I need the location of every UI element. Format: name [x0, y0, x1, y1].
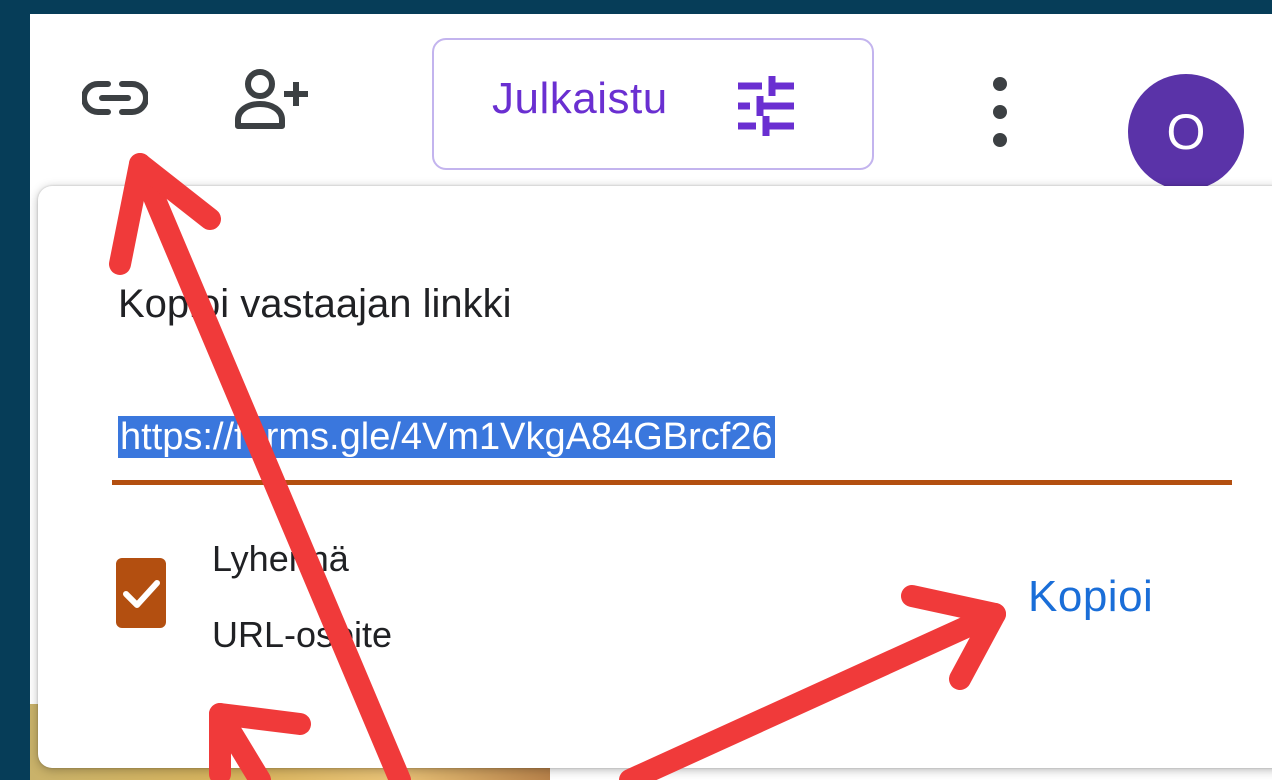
annotation-arrows: [109, 153, 1006, 780]
annotation-arrow-link: [129, 153, 411, 780]
app-frame: Julkaistu O Kopioi vastaajan linkki http…: [30, 14, 1272, 780]
annotation-arrow-copy: [619, 603, 1006, 780]
